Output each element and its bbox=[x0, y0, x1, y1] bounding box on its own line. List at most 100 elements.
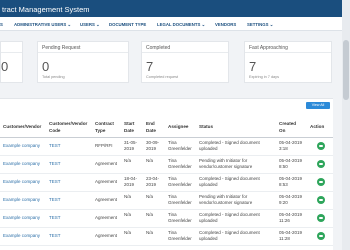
nav-item-legal-documents[interactable]: LEGAL DOCUMENTS ⌄ bbox=[157, 22, 205, 28]
summary-card-total: 0 bbox=[0, 41, 23, 83]
card-title: Completed bbox=[146, 45, 171, 51]
cell-status: Completed - Signed document uploaded bbox=[199, 230, 260, 242]
col-header-action: Action bbox=[310, 124, 325, 129]
cell-contract-type: Agreement bbox=[95, 215, 117, 221]
cell-customer[interactable]: Example company bbox=[3, 215, 40, 221]
cell-contract-type: Agreement bbox=[95, 179, 117, 185]
cell-status: Completed - Signed document uploaded bbox=[199, 176, 260, 188]
cell-start-date-line: 2019 bbox=[124, 146, 135, 151]
col-header-code-line1: Customer/Vendor bbox=[49, 121, 88, 126]
cell-created-on: 05-04-2019 8:50 bbox=[279, 158, 302, 170]
cell-assignee: Tina Greenfelder bbox=[168, 176, 192, 188]
col-header-end-date: End Date bbox=[146, 121, 156, 134]
view-action-button[interactable] bbox=[317, 214, 325, 222]
view-action-button[interactable] bbox=[317, 232, 325, 240]
cell-customer[interactable]: Example company bbox=[3, 233, 40, 239]
cell-customer[interactable]: Example company bbox=[3, 143, 40, 149]
cell-assignee-line: Greenfelder bbox=[168, 236, 192, 241]
col-header-customer: Customer/Vendor bbox=[3, 124, 42, 129]
nav-item-administrative-users[interactable]: ADMINISTRATIVE USERS ⌄ bbox=[14, 22, 71, 28]
cell-assignee-line: Greenfelder bbox=[168, 146, 192, 151]
cell-created-on: 05-04-2019 8:53 bbox=[279, 176, 302, 188]
card-caption: Completed request bbox=[146, 75, 179, 79]
cell-start-date: N/a bbox=[124, 158, 131, 164]
cell-end-date: 23-04- 2019 bbox=[146, 176, 159, 188]
cell-assignee: Tina Greenfelder bbox=[168, 194, 192, 206]
cell-code[interactable]: TEST bbox=[49, 179, 61, 185]
card-caption: Total pending bbox=[42, 75, 65, 79]
nav-item-users[interactable]: USERS ⌄ bbox=[80, 22, 100, 28]
cell-created-on-line: 11:26 bbox=[279, 218, 290, 223]
cell-start-date: N/a bbox=[124, 212, 131, 218]
cell-code[interactable]: TEST bbox=[49, 161, 61, 167]
card-title: Fast Approaching bbox=[249, 45, 288, 51]
cell-contract-type-line: Agreement bbox=[95, 197, 118, 202]
nav-item-s[interactable]: S bbox=[0, 22, 3, 27]
nav-item-document-type[interactable]: DOCUMENT TYPE bbox=[109, 22, 146, 27]
cell-customer-line: Example company bbox=[3, 197, 41, 202]
cell-status: Completed - Signed document uploaded bbox=[199, 140, 260, 152]
cell-customer-line: Example company bbox=[3, 143, 41, 148]
nav-item-settings[interactable]: SETTINGS ⌄ bbox=[247, 22, 273, 28]
cell-code[interactable]: TEST bbox=[49, 233, 61, 239]
cell-customer-line: Example company bbox=[3, 161, 41, 166]
view-all-button[interactable]: View All bbox=[306, 102, 330, 109]
col-header-type-line1: Contract bbox=[95, 121, 114, 126]
cell-start-date: 18-04- 2019 bbox=[124, 176, 137, 188]
cell-end-date: N/a bbox=[146, 230, 153, 236]
cell-created-on-line: 11:28 bbox=[279, 236, 290, 241]
cell-customer[interactable]: Example company bbox=[3, 179, 40, 185]
cell-customer[interactable]: Example company bbox=[3, 161, 40, 167]
scrollbar-thumb[interactable] bbox=[343, 40, 349, 100]
col-header-start-line1: Start bbox=[124, 121, 135, 126]
cell-code-line: TEST bbox=[49, 179, 61, 184]
cell-assignee-line: Greenfelder bbox=[168, 164, 192, 169]
cell-customer-line: Example company bbox=[3, 179, 41, 184]
app-title: tract Management System bbox=[2, 5, 90, 14]
row-divider bbox=[0, 155, 333, 156]
cell-end-date: 30-09- 2019 bbox=[146, 140, 159, 152]
cell-start-date: N/a bbox=[124, 194, 131, 200]
view-action-button[interactable] bbox=[317, 196, 325, 204]
row-divider bbox=[0, 191, 333, 192]
summary-card-pending: Pending Request 0 Total pending bbox=[37, 41, 129, 83]
view-action-button[interactable] bbox=[317, 178, 325, 186]
cell-status-line: uploaded bbox=[199, 236, 218, 241]
view-action-button[interactable] bbox=[317, 142, 325, 150]
cell-end-date-line: N/a bbox=[146, 212, 154, 217]
card-divider bbox=[142, 52, 228, 53]
cell-contract-type-line: RFP/RFI bbox=[95, 143, 113, 148]
cell-start-date-line: N/a bbox=[124, 212, 132, 217]
cell-assignee: Tina Greenfelder bbox=[168, 230, 192, 242]
cell-status-line: vendor/customer signature bbox=[199, 164, 253, 169]
cell-code[interactable]: TEST bbox=[49, 143, 61, 149]
nav-item-vendors[interactable]: VENDORS bbox=[215, 22, 236, 27]
cell-end-date-line: N/a bbox=[146, 194, 154, 199]
cell-contract-type: Agreement bbox=[95, 233, 117, 239]
cell-assignee-line: Greenfelder bbox=[168, 218, 192, 223]
cell-code[interactable]: TEST bbox=[49, 197, 61, 203]
col-header-created-on: Created On bbox=[279, 121, 296, 134]
page-scrollbar[interactable] bbox=[342, 0, 350, 250]
cell-status: Pending with Initiator for vendor/custome… bbox=[199, 194, 252, 206]
cell-code[interactable]: TEST bbox=[49, 215, 61, 221]
cell-start-date-line: 2019 bbox=[124, 182, 135, 187]
card-divider bbox=[245, 52, 331, 53]
cell-assignee: Tina Greenfelder bbox=[168, 158, 192, 170]
col-header-created-line2: On bbox=[279, 127, 286, 133]
cell-assignee-line: Greenfelder bbox=[168, 182, 192, 187]
cell-end-date: N/a bbox=[146, 158, 153, 164]
col-header-start-date: Start Date bbox=[124, 121, 134, 134]
col-header-type-line2: Type bbox=[95, 127, 106, 133]
view-action-button[interactable] bbox=[317, 160, 325, 168]
cell-contract-type: Agreement bbox=[95, 161, 117, 167]
cell-contract-type: RFP/RFI bbox=[95, 143, 113, 149]
card-value: 7 bbox=[249, 59, 257, 74]
col-header-end-line1: End bbox=[146, 121, 155, 126]
summary-card-fast-approaching: Fast Approaching 7 Expiring in 7 days bbox=[244, 41, 332, 83]
card-title: Pending Request bbox=[42, 45, 81, 51]
cell-created-on-line: 3:18 bbox=[279, 146, 288, 151]
cell-customer[interactable]: Example company bbox=[3, 197, 40, 203]
col-header-start-line2: Date bbox=[124, 127, 134, 133]
cell-contract-type: Agreement bbox=[95, 197, 117, 203]
